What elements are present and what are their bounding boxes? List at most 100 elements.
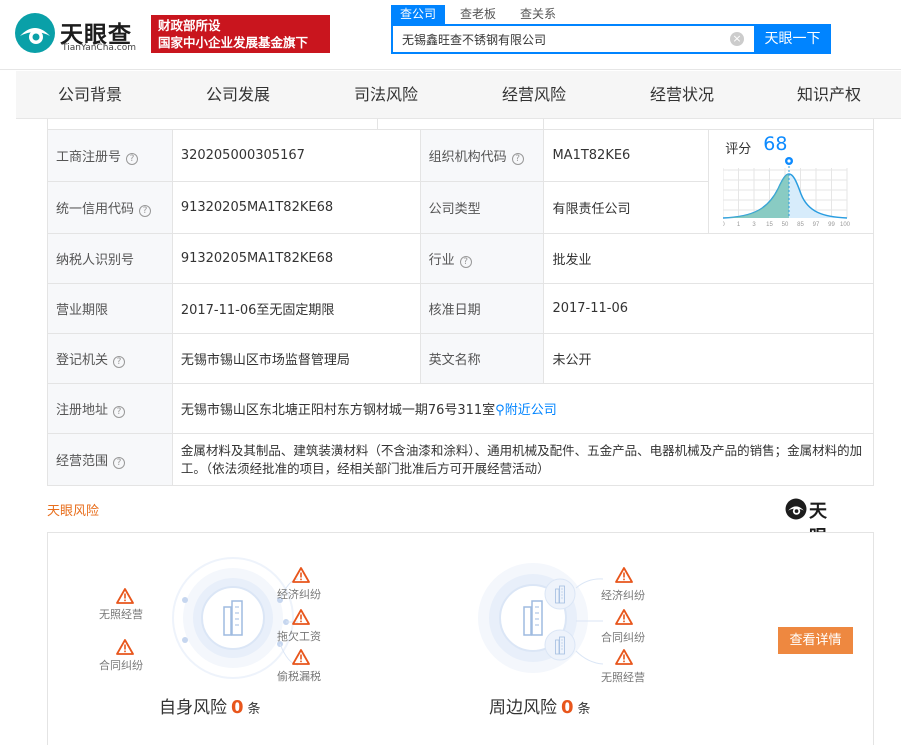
around-risk-item: 无照经营: [601, 671, 645, 684]
business-info-table: 工商注册号? 320205000305167 组织机构代码? MA1T82KE6…: [47, 129, 875, 486]
around-risk-item: 经济纠纷: [601, 589, 645, 602]
warning-icon: [615, 649, 633, 665]
axis-tick: 97: [813, 222, 820, 228]
self-risk-item: 偷税漏税: [277, 670, 321, 683]
scope-label: 经营范围?: [47, 433, 173, 486]
search-tabs: 查公司 查老板 查关系: [391, 5, 571, 24]
axis-tick: 85: [797, 222, 804, 228]
score-cell[interactable]: 评分 68 0: [708, 129, 874, 234]
self-risk-diagram: [172, 557, 299, 679]
industry-label: 行业?: [419, 233, 545, 284]
org-code-value: MA1T82KE6: [543, 129, 710, 182]
credit-code-value: 91320205MA1T82KE68: [171, 181, 421, 234]
org-code-label: 组织机构代码?: [419, 129, 545, 182]
table-top-edge: [47, 119, 874, 129]
nearby-companies-link[interactable]: ⚲附近公司: [495, 403, 557, 418]
taxpayer-value: 91320205MA1T82KE68: [171, 233, 421, 284]
axis-tick: 15: [766, 222, 773, 228]
company-type-value: 有限责任公司: [543, 181, 710, 234]
score-distribution-chart: 0 1 3 15 50 85 97 99 100: [723, 157, 851, 228]
table-row: 注册地址? 无锡市锡山区东北塘正阳村东方钢材城一期76号311室⚲附近公司: [47, 383, 875, 434]
view-details-button[interactable]: 查看详情: [778, 627, 853, 654]
help-icon[interactable]: ?: [459, 256, 472, 268]
help-icon[interactable]: ?: [113, 356, 126, 368]
gov-banner-line2: 国家中小企业发展基金旗下: [158, 35, 309, 50]
logo-eye-icon: [15, 13, 55, 53]
axis-tick: 100: [840, 222, 851, 228]
approve-date-label: 核准日期: [419, 283, 545, 334]
nav-judicial-risk[interactable]: 司法风险: [354, 71, 418, 119]
english-name-value: 未公开: [543, 333, 874, 384]
gov-fund-banner: 财政部所设 国家中小企业发展基金旗下: [151, 15, 330, 53]
axis-tick: 0: [723, 222, 725, 228]
table-row: 工商注册号? 320205000305167 组织机构代码? MA1T82KE6…: [47, 129, 874, 234]
axis-tick: 3: [753, 222, 757, 228]
nav-operating-status[interactable]: 经营状况: [650, 71, 714, 119]
around-risk-item: 合同纠纷: [601, 631, 645, 644]
self-risk-number: 0: [231, 697, 244, 718]
search-button[interactable]: 天眼一下: [754, 24, 831, 54]
industry-value: 批发业: [543, 233, 874, 284]
scope-value: 金属材料及其制品、建筑装潢材料（不含油漆和涂料）、通用机械及配件、五金产品、电器…: [171, 433, 875, 486]
warning-icon: [292, 649, 310, 665]
section-nav: 公司背景 公司发展 司法风险 经营风险 经营状况 知识产权: [16, 71, 901, 119]
help-icon[interactable]: ?: [139, 205, 152, 217]
tab-search-relation[interactable]: 查关系: [511, 5, 565, 24]
self-risk-item: 拖欠工资: [277, 630, 321, 643]
tab-search-boss[interactable]: 查老板: [451, 5, 505, 24]
search-input[interactable]: [393, 26, 723, 52]
warning-icon: [116, 588, 134, 604]
tianyancha-logo[interactable]: 天眼查 TianYanCha.com: [14, 12, 142, 58]
reg-no-label: 工商注册号?: [47, 129, 173, 182]
location-pin-icon: ⚲: [495, 403, 505, 418]
term-label: 营业期限: [47, 283, 173, 334]
taxpayer-label: 纳税人识别号: [47, 233, 173, 284]
nav-operating-risk[interactable]: 经营风险: [502, 71, 566, 119]
logo-domain: TianYanCha.com: [62, 43, 137, 53]
tab-search-company[interactable]: 查公司: [391, 5, 446, 24]
nav-intellectual-property[interactable]: 知识产权: [797, 71, 861, 119]
self-risk-item: 无照经营: [99, 608, 143, 621]
table-row: 登记机关? 无锡市锡山区市场监督管理局 英文名称 未公开: [47, 333, 874, 384]
around-risk-number: 0: [561, 697, 574, 718]
self-risk-item: 合同纠纷: [99, 659, 143, 672]
risk-section-title: 天眼风险: [47, 504, 100, 519]
around-risk-count: 周边风险 0 条: [489, 697, 591, 718]
risk-panel: 无照经营 合同纠纷 经济纠纷 拖欠工资 偷税漏税 自身风险 0 条 经济纠纷 合同纠…: [47, 532, 874, 745]
score-value: 68: [763, 133, 788, 155]
reg-no-value: 320205000305167: [171, 129, 421, 182]
help-icon[interactable]: ?: [113, 406, 126, 418]
self-risk-count: 自身风险 0 条: [159, 697, 261, 718]
table-row: 营业期限 2017-11-06至无固定期限 核准日期 2017-11-06: [47, 283, 874, 334]
address-value: 无锡市锡山区东北塘正阳村东方钢材城一期76号311室⚲附近公司: [171, 383, 875, 434]
self-risk-item: 经济纠纷: [277, 588, 321, 601]
clear-icon[interactable]: ×: [730, 32, 744, 46]
search-box: ×: [391, 24, 754, 54]
warning-icon: [615, 609, 633, 625]
nav-company-development[interactable]: 公司发展: [206, 71, 270, 119]
term-value: 2017-11-06至无固定期限: [171, 283, 421, 334]
address-text: 无锡市锡山区东北塘正阳村东方钢材城一期76号311室: [180, 403, 496, 418]
authority-value: 无锡市锡山区市场监督管理局: [171, 333, 421, 384]
table-row: 纳税人识别号 91320205MA1T82KE68 行业? 批发业: [47, 233, 874, 284]
english-name-label: 英文名称: [419, 333, 545, 384]
axis-tick: 1: [737, 222, 741, 228]
warning-icon: [615, 567, 633, 583]
warning-icon: [116, 639, 134, 655]
top-header: 天眼查 TianYanCha.com 财政部所设 国家中小企业发展基金旗下 查公…: [0, 0, 901, 70]
credit-code-label: 统一信用代码?: [47, 181, 173, 234]
help-icon[interactable]: ?: [511, 153, 524, 165]
gov-banner-line1: 财政部所设: [158, 18, 221, 33]
help-icon[interactable]: ?: [113, 457, 126, 469]
authority-label: 登记机关?: [47, 333, 173, 384]
axis-tick: 99: [828, 222, 835, 228]
address-label: 注册地址?: [47, 383, 173, 434]
warning-icon: [292, 567, 310, 583]
company-type-label: 公司类型: [419, 181, 545, 234]
warning-icon: [292, 609, 310, 625]
nav-company-background[interactable]: 公司背景: [58, 71, 122, 119]
approve-date-value: 2017-11-06: [543, 283, 874, 334]
around-risk-diagram: [478, 563, 604, 673]
logo-eye-icon: [785, 498, 807, 520]
help-icon[interactable]: ?: [126, 153, 139, 165]
